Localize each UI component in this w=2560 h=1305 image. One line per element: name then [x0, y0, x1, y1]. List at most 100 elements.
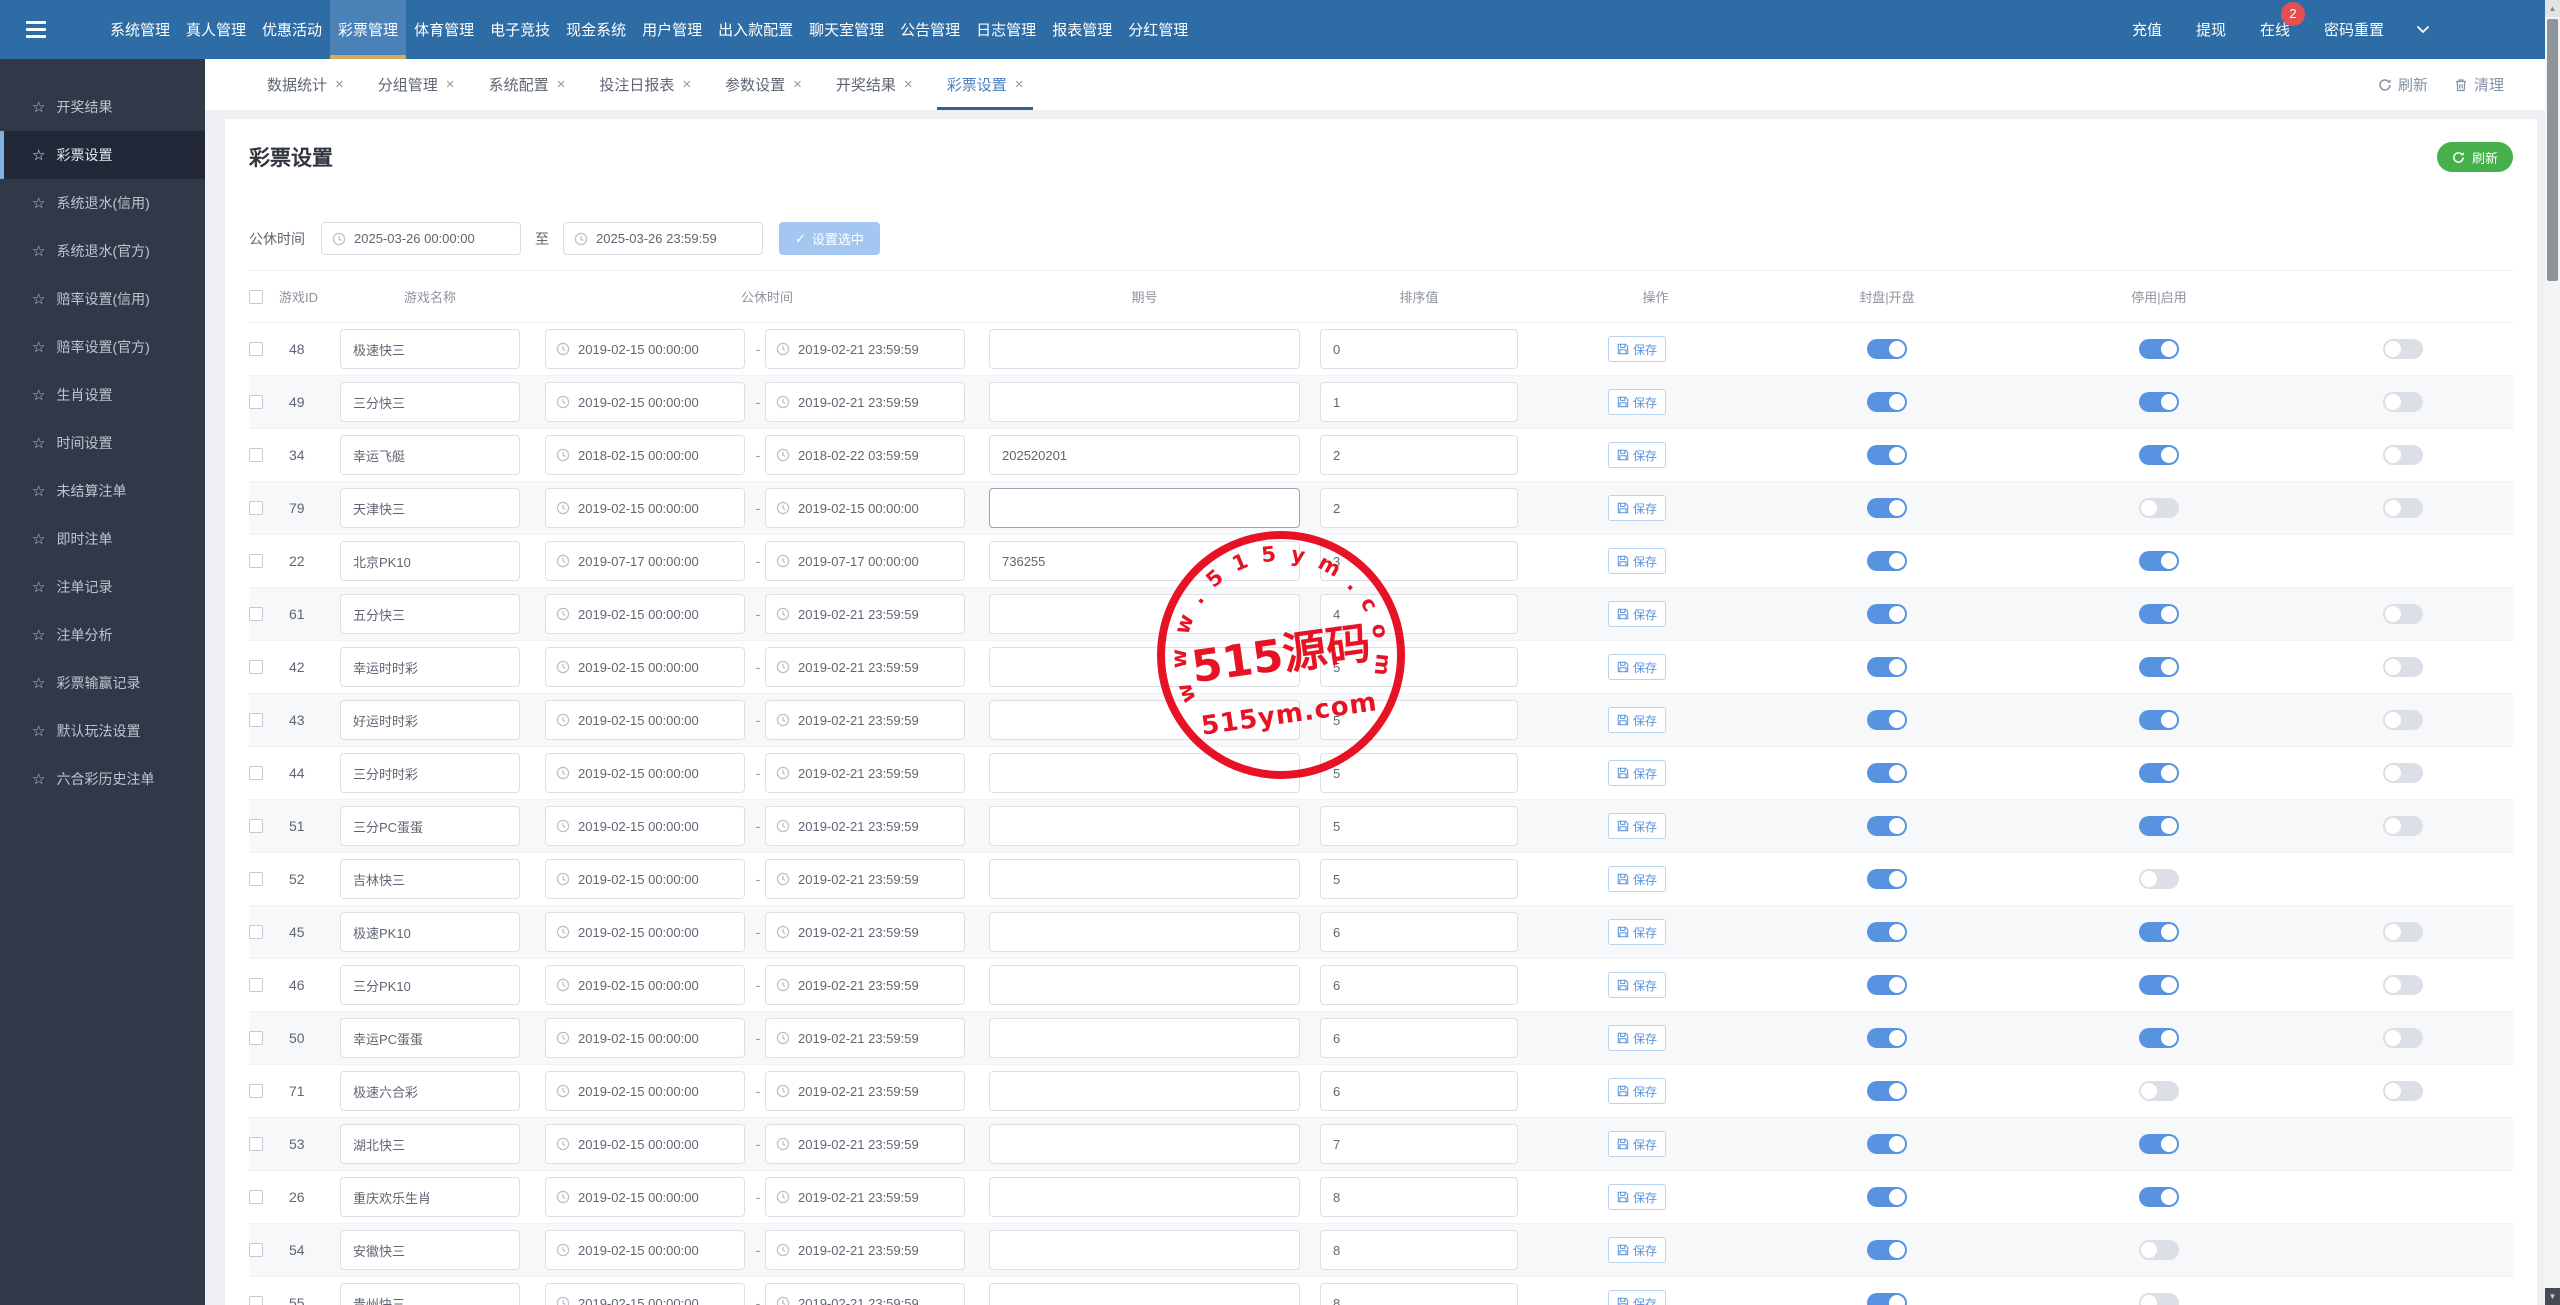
holiday-start-input[interactable]: 2025-03-26 00:00:00: [321, 222, 521, 255]
nav-right-item[interactable]: 密码重置: [2324, 19, 2384, 40]
save-button[interactable]: 保存: [1608, 972, 1666, 998]
extra-toggle[interactable]: [2383, 1081, 2423, 1101]
close-icon[interactable]: ×: [1015, 76, 1024, 93]
game-name-input[interactable]: [340, 541, 520, 581]
sort-input[interactable]: [1320, 1124, 1518, 1164]
save-button[interactable]: 保存: [1608, 654, 1666, 680]
holiday-start-input[interactable]: 2019-02-15 00:00:00: [545, 912, 745, 952]
row-checkbox[interactable]: [249, 872, 263, 886]
holiday-end-input[interactable]: 2019-02-21 23:59:59: [765, 859, 965, 899]
seal-toggle[interactable]: [1867, 1028, 1907, 1048]
row-checkbox[interactable]: [249, 395, 263, 409]
sort-input[interactable]: [1320, 1018, 1518, 1058]
nav-item-5[interactable]: 电子竞技: [482, 0, 558, 59]
enable-toggle[interactable]: [2139, 445, 2179, 465]
enable-toggle[interactable]: [2139, 551, 2179, 571]
close-icon[interactable]: ×: [682, 76, 691, 93]
extra-toggle[interactable]: [2383, 1028, 2423, 1048]
issue-input[interactable]: [989, 329, 1300, 369]
row-checkbox[interactable]: [249, 925, 263, 939]
nav-right-item[interactable]: 充值: [2132, 19, 2162, 40]
seal-toggle[interactable]: [1867, 657, 1907, 677]
holiday-start-input[interactable]: 2019-02-15 00:00:00: [545, 700, 745, 740]
nav-item-2[interactable]: 优惠活动: [254, 0, 330, 59]
nav-item-13[interactable]: 分红管理: [1120, 0, 1196, 59]
nav-right-item[interactable]: 在线2: [2260, 19, 2290, 40]
holiday-start-input[interactable]: 2019-02-15 00:00:00: [545, 488, 745, 528]
nav-item-1[interactable]: 真人管理: [178, 0, 254, 59]
sidebar-item-5[interactable]: ☆赔率设置(官方): [0, 323, 205, 371]
scrollbar-thumb[interactable]: [2547, 19, 2558, 281]
nav-item-10[interactable]: 公告管理: [892, 0, 968, 59]
issue-input[interactable]: [989, 1018, 1300, 1058]
enable-toggle[interactable]: [2139, 763, 2179, 783]
sidebar-item-9[interactable]: ☆即时注单: [0, 515, 205, 563]
save-button[interactable]: 保存: [1608, 389, 1666, 415]
seal-toggle[interactable]: [1867, 710, 1907, 730]
sort-input[interactable]: [1320, 435, 1518, 475]
save-button[interactable]: 保存: [1608, 813, 1666, 839]
holiday-end-input[interactable]: 2019-02-21 23:59:59: [765, 912, 965, 952]
sort-input[interactable]: [1320, 647, 1518, 687]
issue-input[interactable]: [989, 912, 1300, 952]
close-icon[interactable]: ×: [335, 76, 344, 93]
save-button[interactable]: 保存: [1608, 866, 1666, 892]
save-button[interactable]: 保存: [1608, 442, 1666, 468]
close-icon[interactable]: ×: [446, 76, 455, 93]
holiday-end-input[interactable]: 2019-02-21 23:59:59: [765, 1124, 965, 1164]
issue-input[interactable]: [989, 700, 1300, 740]
seal-toggle[interactable]: [1867, 551, 1907, 571]
holiday-start-input[interactable]: 2019-02-15 00:00:00: [545, 1071, 745, 1111]
save-button[interactable]: 保存: [1608, 1237, 1666, 1263]
enable-toggle[interactable]: [2139, 816, 2179, 836]
sidebar-item-12[interactable]: ☆彩票输赢记录: [0, 659, 205, 707]
tab-0[interactable]: 数据统计×: [261, 59, 350, 110]
seal-toggle[interactable]: [1867, 604, 1907, 624]
issue-input[interactable]: [989, 1230, 1300, 1270]
holiday-start-input[interactable]: 2018-02-15 00:00:00: [545, 435, 745, 475]
tabs-refresh-button[interactable]: 刷新: [2378, 74, 2428, 95]
refresh-button[interactable]: 刷新: [2437, 142, 2513, 172]
sort-input[interactable]: [1320, 806, 1518, 846]
holiday-end-input[interactable]: 2019-02-21 23:59:59: [765, 382, 965, 422]
holiday-start-input[interactable]: 2019-02-15 00:00:00: [545, 329, 745, 369]
issue-input[interactable]: [989, 806, 1300, 846]
holiday-end-input[interactable]: 2019-02-21 23:59:59: [765, 594, 965, 634]
extra-toggle[interactable]: [2383, 710, 2423, 730]
enable-toggle[interactable]: [2139, 392, 2179, 412]
issue-input[interactable]: [989, 859, 1300, 899]
sort-input[interactable]: [1320, 859, 1518, 899]
save-button[interactable]: 保存: [1608, 601, 1666, 627]
holiday-start-input[interactable]: 2019-02-15 00:00:00: [545, 1230, 745, 1270]
holiday-start-input[interactable]: 2019-02-15 00:00:00: [545, 1018, 745, 1058]
game-name-input[interactable]: [340, 965, 520, 1005]
holiday-end-input[interactable]: 2025-03-26 23:59:59: [563, 222, 763, 255]
holiday-end-input[interactable]: 2019-02-21 23:59:59: [765, 329, 965, 369]
holiday-end-input[interactable]: 2018-02-22 03:59:59: [765, 435, 965, 475]
extra-toggle[interactable]: [2383, 657, 2423, 677]
enable-toggle[interactable]: [2139, 1240, 2179, 1260]
save-button[interactable]: 保存: [1608, 760, 1666, 786]
game-name-input[interactable]: [340, 912, 520, 952]
nav-item-6[interactable]: 现金系统: [558, 0, 634, 59]
extra-toggle[interactable]: [2383, 445, 2423, 465]
seal-toggle[interactable]: [1867, 816, 1907, 836]
row-checkbox[interactable]: [249, 978, 263, 992]
seal-toggle[interactable]: [1867, 869, 1907, 889]
sidebar-item-1[interactable]: ☆彩票设置: [0, 131, 205, 179]
holiday-start-input[interactable]: 2019-02-15 00:00:00: [545, 382, 745, 422]
row-checkbox[interactable]: [249, 501, 263, 515]
sort-input[interactable]: [1320, 753, 1518, 793]
row-checkbox[interactable]: [249, 448, 263, 462]
issue-input[interactable]: [989, 1071, 1300, 1111]
tab-3[interactable]: 投注日报表×: [593, 59, 697, 110]
seal-toggle[interactable]: [1867, 1134, 1907, 1154]
tabs-clear-button[interactable]: 清理: [2454, 74, 2504, 95]
row-checkbox[interactable]: [249, 1296, 263, 1305]
game-name-input[interactable]: [340, 806, 520, 846]
issue-input[interactable]: [989, 541, 1300, 581]
seal-toggle[interactable]: [1867, 763, 1907, 783]
game-name-input[interactable]: [340, 647, 520, 687]
sort-input[interactable]: [1320, 1283, 1518, 1305]
row-checkbox[interactable]: [249, 819, 263, 833]
